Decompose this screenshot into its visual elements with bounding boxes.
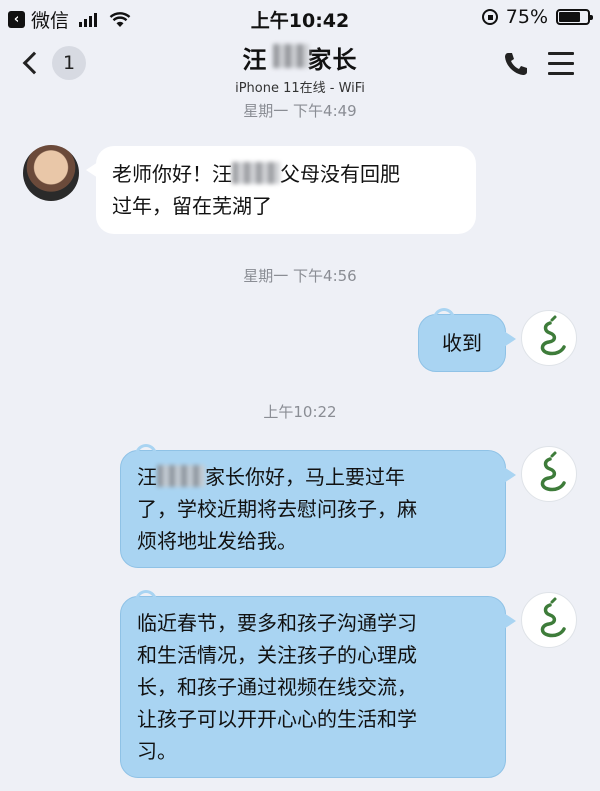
- message-text: 父母没有回肥: [280, 162, 400, 186]
- message-timestamp: 上午10:22: [263, 403, 337, 421]
- status-bar: ‹ 微信 上午10:42 75%: [0, 0, 600, 34]
- self-avatar[interactable]: [521, 446, 577, 502]
- contact-name: 汪 家长: [243, 40, 358, 75]
- contact-name-prefix: 汪: [242, 46, 268, 74]
- incoming-message-bubble[interactable]: 老师你好！汪 父母没有回肥 过年，留在芜湖了: [86, 146, 476, 234]
- bubble-decoration: [433, 308, 455, 320]
- phone-icon[interactable]: [502, 50, 530, 78]
- rotation-lock-icon: [481, 9, 498, 25]
- outgoing-message-bubble[interactable]: 收到: [418, 308, 516, 372]
- status-right: 75%: [481, 6, 593, 28]
- message-text: 收到: [442, 331, 482, 355]
- text-redaction: [157, 465, 205, 487]
- message-line: 长，和孩子通过视频在线交流，: [137, 675, 417, 699]
- message-timestamp: 星期一 下午4:56: [243, 267, 357, 285]
- battery-percent: 75%: [505, 6, 548, 28]
- contact-avatar[interactable]: [23, 145, 79, 201]
- message-line: 过年，留在芜湖了: [112, 194, 272, 218]
- message-line: 让孩子可以开开心心的生活和学: [137, 707, 417, 731]
- message-line: 了，学校近期将去慰问孩子，麻: [137, 497, 417, 521]
- logo-icon: [540, 451, 566, 492]
- hamburger-menu-icon[interactable]: [548, 52, 574, 76]
- bubble-decoration: [135, 444, 157, 456]
- chat-header: 1 汪家长 iPhone 11在线 - WiFi: [0, 34, 600, 96]
- logo-icon: [540, 315, 566, 356]
- message-text: 汪: [137, 465, 157, 489]
- contact-online-status: iPhone 11在线 - WiFi: [235, 81, 365, 96]
- message-line: 临近春节，要多和孩子沟通学习: [137, 611, 417, 635]
- message-line: 烦将地址发给我。: [137, 529, 297, 553]
- message-line: 和生活情况，关注孩子的心理成: [137, 643, 417, 667]
- message-line: 汪 家长你好，马上要过年: [137, 461, 489, 493]
- outgoing-message-bubble[interactable]: 临近春节，要多和孩子沟通学习 和生活情况，关注孩子的心理成 长，和孩子通过视频在…: [120, 590, 516, 778]
- message-text: 老师你好！汪: [112, 162, 232, 186]
- contact-name-suffix: 家长: [307, 46, 358, 74]
- text-redaction: [232, 162, 280, 184]
- self-avatar[interactable]: [521, 310, 577, 366]
- message-timestamp: 星期一 下午4:49: [243, 102, 357, 120]
- logo-icon: [540, 597, 566, 638]
- battery-icon: [556, 9, 593, 25]
- name-blur-mask: [272, 44, 309, 68]
- message-text: 家长你好，马上要过年: [205, 465, 405, 489]
- message-line: 老师你好！汪 父母没有回肥: [112, 158, 460, 190]
- message-line: 习。: [137, 739, 177, 763]
- self-avatar[interactable]: [521, 592, 577, 648]
- outgoing-message-bubble[interactable]: 汪 家长你好，马上要过年 了，学校近期将去慰问孩子，麻 烦将地址发给我。: [120, 444, 516, 568]
- bubble-decoration: [135, 590, 157, 602]
